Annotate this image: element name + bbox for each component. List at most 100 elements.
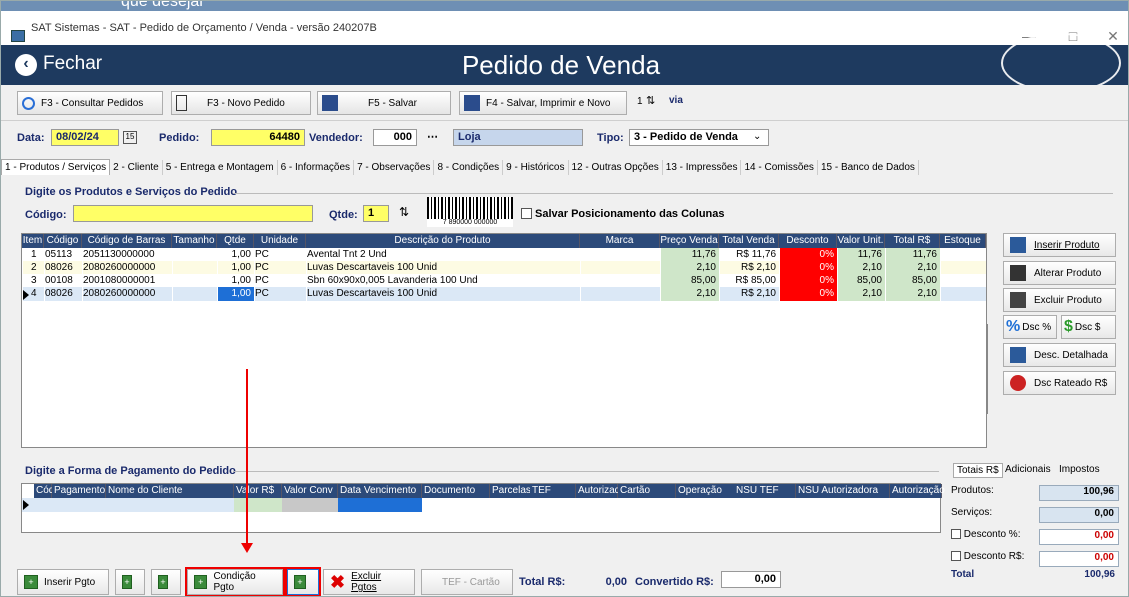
order-type-select[interactable]: 3 - Pedido de Venda: [629, 129, 769, 146]
grid-cell[interactable]: [173, 287, 217, 301]
grid-cell[interactable]: 85,00: [886, 274, 940, 288]
alter-product-button[interactable]: Alterar Produto: [1003, 261, 1116, 285]
payment-cell[interactable]: [282, 498, 338, 512]
payment-grid-header[interactable]: NSU Autorizadora: [796, 484, 890, 498]
grid-cell[interactable]: 11,76: [838, 248, 885, 262]
payment-row[interactable]: [22, 498, 234, 512]
insert-product-button[interactable]: Inserir Produto: [1003, 233, 1116, 257]
close-label[interactable]: Fechar: [43, 53, 102, 75]
grid-cell[interactable]: [581, 274, 660, 288]
copies-spin-icon[interactable]: ⇅: [646, 94, 655, 107]
payment-grid-header[interactable]: Autorização: [890, 484, 945, 498]
payment-grid-header[interactable]: Documento: [422, 484, 490, 498]
grid-cell[interactable]: 08026: [45, 287, 82, 301]
grid-cell[interactable]: PC: [255, 274, 306, 288]
save-print-new-button[interactable]: F4 - Salvar, Imprimir e Novo: [459, 91, 627, 115]
grid-cell[interactable]: [941, 248, 986, 262]
add-payment-button-3[interactable]: +: [151, 569, 181, 595]
grid-header[interactable]: Qtde: [217, 234, 254, 248]
grid-header[interactable]: Código: [44, 234, 82, 248]
grid-cell[interactable]: 3: [23, 274, 44, 288]
grid-cell[interactable]: 11,76: [661, 248, 719, 262]
tab-historicos[interactable]: 9 - Históricos: [503, 160, 569, 175]
insert-payment-button[interactable]: + Inserir Pgto: [17, 569, 109, 595]
grid-cell[interactable]: 2080260000000: [83, 261, 172, 275]
save-columns-checkbox[interactable]: [521, 208, 532, 219]
grid-cell[interactable]: 1,00: [218, 274, 254, 288]
product-code-input[interactable]: [73, 205, 313, 222]
grid-header[interactable]: Tamanho: [172, 234, 217, 248]
grid-header[interactable]: Total R$: [885, 234, 940, 248]
grid-cell[interactable]: 11,76: [886, 248, 940, 262]
payment-grid-header[interactable]: Data Vencimento: [338, 484, 422, 498]
grid-cell[interactable]: 1,00: [218, 287, 254, 301]
add-payment-button-2[interactable]: +: [115, 569, 145, 595]
payment-cell[interactable]: [234, 498, 282, 512]
grid-header[interactable]: Unidade: [254, 234, 306, 248]
grid-cell[interactable]: R$ 2,10: [720, 261, 779, 275]
seller-code-field[interactable]: 000: [373, 129, 417, 146]
tab-condicoes[interactable]: 8 - Condições: [434, 160, 504, 175]
tab-produtos[interactable]: 1 - Produtos / Serviços: [1, 159, 111, 175]
date-field[interactable]: 08/02/24: [51, 129, 119, 146]
grid-cell[interactable]: PC: [255, 248, 306, 262]
payment-grid-header[interactable]: Autorizador: [576, 484, 629, 498]
delete-payments-button[interactable]: ✖ Excluir Pgtos: [323, 569, 415, 595]
discount-percent-value[interactable]: 0,00: [1039, 529, 1119, 545]
grid-cell[interactable]: 1,00: [218, 261, 254, 275]
chevron-down-icon[interactable]: ⌄: [753, 131, 761, 142]
grid-cell[interactable]: R$ 2,10: [720, 287, 779, 301]
grid-cell[interactable]: 2,10: [886, 261, 940, 275]
grid-cell[interactable]: R$ 11,76: [720, 248, 779, 262]
payment-grid-header[interactable]: NSU TEF: [734, 484, 796, 498]
tab-observacoes[interactable]: 7 - Observações: [354, 160, 435, 175]
grid-cell[interactable]: 0%: [780, 261, 837, 275]
grid-cell[interactable]: 85,00: [838, 274, 885, 288]
grid-cell[interactable]: 0%: [780, 287, 837, 301]
tef-card-button[interactable]: TEF - Cartão: [421, 569, 513, 595]
tab-outras-opcoes[interactable]: 12 - Outras Opções: [569, 160, 663, 175]
grid-cell[interactable]: [581, 261, 660, 275]
new-order-button[interactable]: F3 - Novo Pedido: [171, 91, 311, 115]
grid-header[interactable]: Descrição do Produto: [306, 234, 580, 248]
grid-cell[interactable]: 2,10: [661, 287, 719, 301]
grid-header[interactable]: Desconto: [779, 234, 837, 248]
grid-cell[interactable]: 2080260000000: [83, 287, 172, 301]
grid-header[interactable]: Código de Barras: [82, 234, 172, 248]
tab-impressoes[interactable]: 13 - Impressões: [663, 160, 742, 175]
grid-cell[interactable]: 0%: [780, 248, 837, 262]
grid-cell[interactable]: R$ 85,00: [720, 274, 779, 288]
quantity-spin-icon[interactable]: ⇅: [399, 205, 409, 219]
grid-cell[interactable]: [173, 274, 217, 288]
save-button[interactable]: F5 - Salvar: [317, 91, 451, 115]
grid-cell[interactable]: 2,10: [838, 261, 885, 275]
grid-header[interactable]: Valor Unit.: [837, 234, 885, 248]
grid-cell[interactable]: 00108: [45, 274, 82, 288]
delete-product-button[interactable]: Excluir Produto: [1003, 288, 1116, 312]
grid-cell[interactable]: 08026: [45, 261, 82, 275]
grid-cell[interactable]: 2: [23, 261, 44, 275]
discount-value-checkbox[interactable]: [951, 551, 961, 562]
grid-header[interactable]: Estoque: [940, 234, 986, 248]
grid-cell[interactable]: 2,10: [838, 287, 885, 301]
grid-cell[interactable]: 2051130000000: [83, 248, 172, 262]
grid-cell[interactable]: [941, 261, 986, 275]
grid-cell[interactable]: 85,00: [661, 274, 719, 288]
payment-cell[interactable]: [338, 498, 422, 512]
payment-grid-header[interactable]: Cód: [34, 484, 54, 498]
order-number-field[interactable]: 64480: [211, 129, 305, 146]
ellipsis-button[interactable]: ⋯: [427, 130, 438, 143]
grid-cell[interactable]: Avental Tnt 2 Und: [307, 248, 580, 262]
grid-cell[interactable]: Luvas Descartaveis 100 Unid: [307, 287, 580, 301]
payment-grid-header[interactable]: TEF: [530, 484, 576, 498]
quantity-input[interactable]: 1: [363, 205, 389, 222]
discount-percent-button[interactable]: % Dsc %: [1003, 315, 1057, 339]
discount-value-button[interactable]: $ Dsc $: [1061, 315, 1116, 339]
grid-cell[interactable]: 1,00: [218, 248, 254, 262]
grid-cell[interactable]: 2,10: [661, 261, 719, 275]
grid-cell[interactable]: [581, 248, 660, 262]
copies-value[interactable]: 1: [637, 96, 643, 107]
prorated-discount-button[interactable]: Dsc Rateado R$: [1003, 371, 1116, 395]
tab-adicionais[interactable]: Adicionais: [1005, 464, 1051, 475]
grid-cell[interactable]: PC: [255, 287, 306, 301]
